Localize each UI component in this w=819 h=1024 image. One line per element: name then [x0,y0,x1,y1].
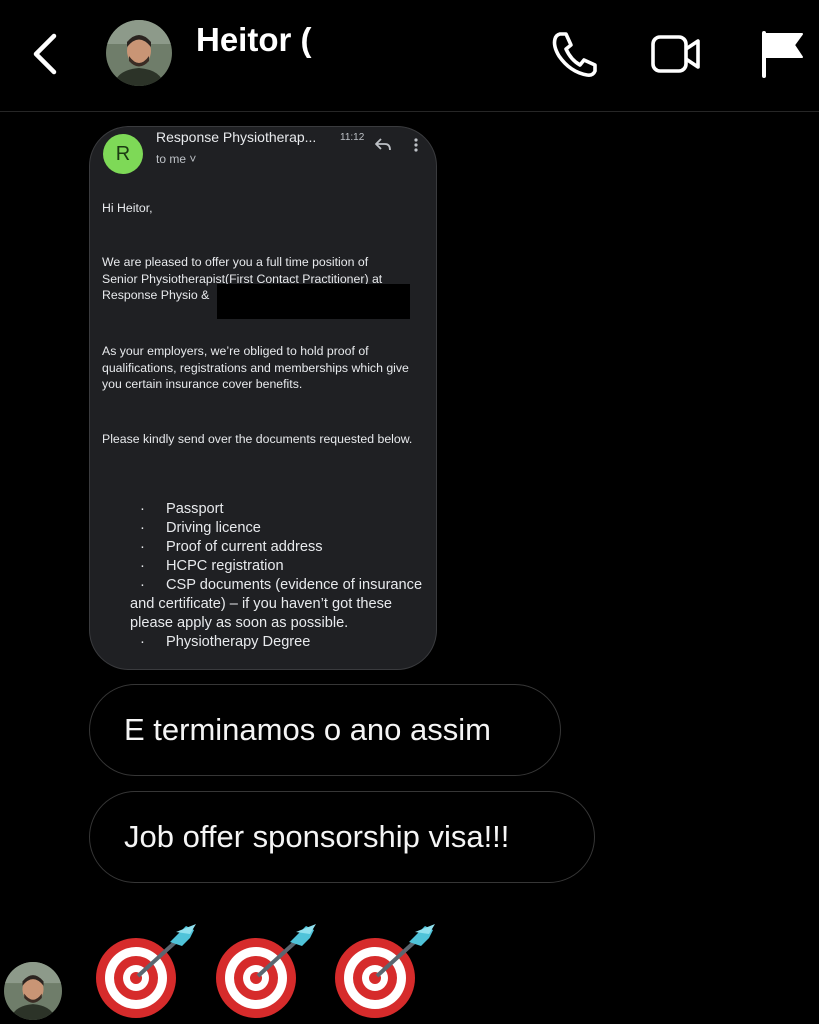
sender-avatar: R [103,134,143,174]
offer-line: We are pleased to offer you a full time … [102,255,369,269]
direct-hit-icon[interactable] [90,922,202,1022]
video-call-button[interactable] [648,28,704,80]
contact-name[interactable]: Heitor ( [196,20,318,62]
email-time: 11:12 [340,132,365,143]
documents-list: · Passport · Driving licence · Proof of cur… [130,500,430,652]
direct-hit-icon[interactable] [329,922,441,1022]
redaction-bar [217,284,410,319]
bullet: · [140,558,145,574]
sender-avatar-small[interactable] [4,962,62,1020]
flag-icon [762,31,803,78]
more-options-icon [414,138,418,152]
sender-name: Response Physiotherap... [156,129,317,145]
reply-icon [375,138,391,151]
audio-call-button[interactable] [546,28,602,80]
phone-icon [552,32,597,77]
report-flag-button[interactable] [756,28,812,80]
bullet: · [140,634,145,650]
chat-header: Heitor ( [0,0,819,112]
bullet: · [140,577,145,593]
list-item: · HCPC registration [140,558,284,574]
back-button[interactable] [28,30,64,78]
shared-email-screenshot[interactable]: R Response Physiotherap... 11:12 to me ˅… [89,126,437,670]
message-bubble[interactable]: E terminamos o ano assim [89,684,561,776]
list-item: · Passport [140,501,224,517]
bullet: · [140,501,145,517]
list-item: · Proof of current address [140,539,323,555]
direct-hit-icon[interactable] [210,922,322,1022]
list-item: · Driving licence [140,520,261,536]
message-bubble[interactable]: Job offer sponsorship visa!!! [89,791,595,883]
email-insurance-paragraph: As your employers, we’re obliged to hold… [102,344,409,391]
recipient-line: to me ˅ [156,152,197,166]
bullet: · [140,539,145,555]
list-item: · Physiotherapy Degree [140,634,311,650]
back-icon [33,33,57,75]
email-request-paragraph: Please kindly send over the documents re… [102,432,413,446]
contact-avatar[interactable] [106,20,172,86]
bullet: · [140,520,145,536]
list-item: · CSP documents (evidence of insurance an… [130,577,423,631]
video-camera-icon [651,35,700,73]
email-greeting: Hi Heitor, [102,201,153,215]
